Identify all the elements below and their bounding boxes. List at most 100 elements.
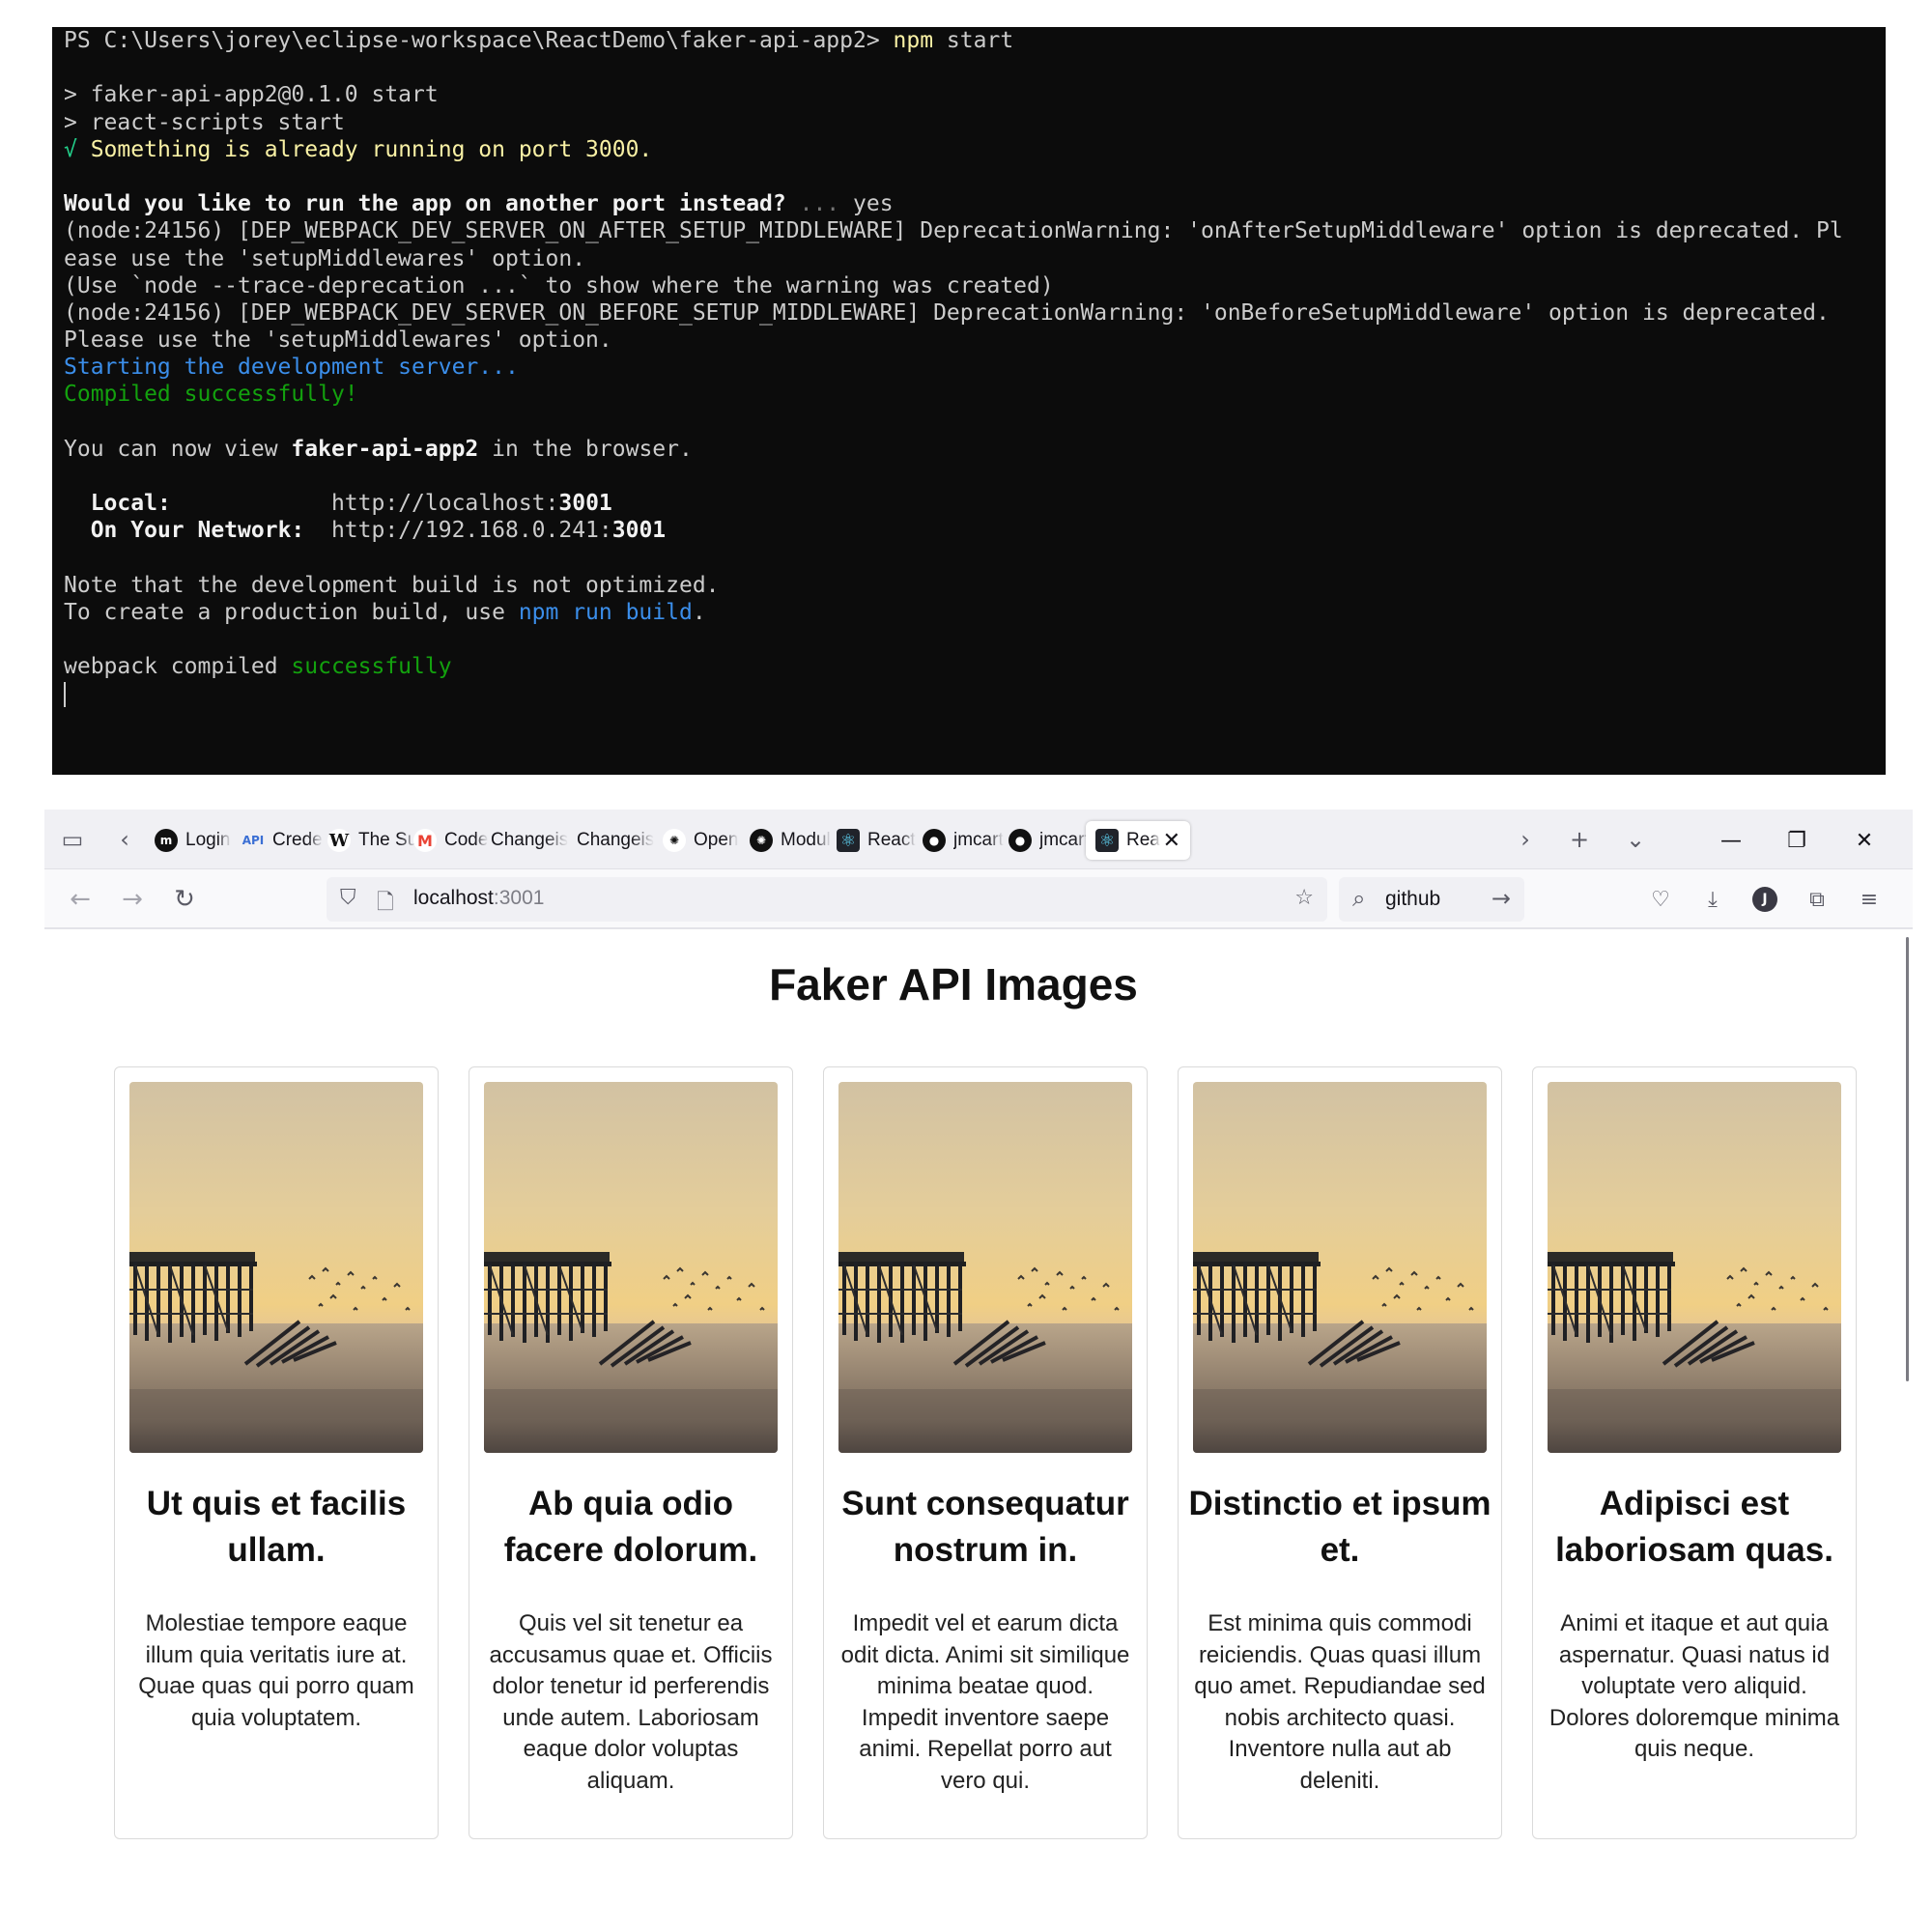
card-description: Impedit vel et earum dicta odit dicta. A… — [840, 1610, 1130, 1794]
terminal-text: (node:24156) [DEP_WEBPACK_DEV_SERVER_ON_… — [64, 218, 1843, 244]
new-tab-icon[interactable]: + — [1563, 823, 1596, 856]
card-description: Molestiae tempore eaque illum quia verit… — [138, 1610, 414, 1731]
tab-label: Open — [694, 830, 739, 850]
app-menu-icon[interactable]: ≡ — [1853, 883, 1886, 916]
card-image — [1548, 1082, 1841, 1453]
account-avatar-icon[interactable]: J — [1748, 883, 1781, 916]
list-all-tabs-icon[interactable]: ⌄ — [1619, 823, 1652, 856]
bookmark-star-icon[interactable]: ☆ — [1294, 886, 1314, 910]
tab-label: Crede — [272, 830, 323, 850]
terminal-line: (node:24156) [DEP_WEBPACK_DEV_SERVER_ON_… — [64, 217, 1874, 244]
openai-icon: ✺ — [750, 829, 773, 852]
search-bar[interactable]: ⌕ github → — [1339, 877, 1524, 922]
terminal-line: (Use `node --trace-deprecation ...` to s… — [64, 272, 1874, 299]
image-card: Ab quia odio facere dolorum. Quis vel sit… — [469, 1066, 793, 1839]
terminal-text: Would you like to run the app on another… — [64, 191, 786, 217]
tracking-protection-shield-icon[interactable]: ⛉ — [340, 886, 356, 910]
terminal-line: webpack compiled successfully — [64, 653, 1874, 680]
image-card: Adipisci est laboriosam quas. Animi et it… — [1532, 1066, 1857, 1839]
terminal-line: PS C:\Users\jorey\eclipse-workspace\Reac… — [64, 27, 1874, 54]
terminal-text: npm — [893, 28, 934, 53]
terminal-line: Would you like to run the app on another… — [64, 190, 1874, 217]
restore-icon[interactable]: ❐ — [1774, 821, 1820, 860]
back-icon[interactable]: ← — [62, 881, 99, 918]
web-page-content: Faker API Images Ut quis et facilis ulla… — [44, 931, 1913, 1932]
tab-label: jmcart — [1039, 830, 1090, 850]
tab-label: Rea — [1126, 830, 1160, 850]
card-description: Est minima quis commodi reiciendis. Quas… — [1194, 1610, 1486, 1794]
card-description: Quis vel sit tenetur ea accusamus quae e… — [489, 1610, 773, 1794]
terminal-line: (node:24156) [DEP_WEBPACK_DEV_SERVER_ON_… — [64, 299, 1874, 327]
react-icon: ⚛ — [1095, 829, 1119, 852]
terminal-text: (Use `node --trace-deprecation ...` to s… — [64, 272, 1054, 298]
github-icon: ● — [1009, 829, 1032, 852]
terminal-text: > faker-api-app2@0.1.0 start — [64, 82, 439, 108]
terminal-text: √ — [64, 136, 91, 162]
card-image — [838, 1082, 1132, 1453]
tab-label: Modul — [781, 830, 831, 850]
forward-icon[interactable]: → — [114, 881, 151, 918]
minimize-icon[interactable]: — — [1708, 821, 1754, 860]
terminal-text: > react-scripts start — [64, 109, 345, 135]
page-scrollbar[interactable] — [1906, 937, 1909, 1381]
card-title: Distinctio et ipsum et. — [1188, 1485, 1492, 1569]
terminal-prompt-line — [64, 681, 1874, 708]
terminal-text: PS C:\Users\jorey\eclipse-workspace\Reac… — [64, 28, 894, 53]
terminal-text: 3001 — [558, 491, 612, 517]
terminal-line: Note that the development build is not o… — [64, 572, 1874, 599]
api-icon: API — [242, 834, 265, 847]
card-image — [484, 1082, 778, 1453]
terminal-window[interactable]: PS C:\Users\jorey\eclipse-workspace\Reac… — [52, 27, 1886, 775]
react-icon: ⚛ — [837, 829, 860, 852]
close-window-icon[interactable]: ✕ — [1841, 821, 1888, 860]
search-go-arrow-icon[interactable]: → — [1492, 885, 1511, 912]
close-tab-icon[interactable]: ✕ — [1163, 829, 1180, 853]
terminal-line: Starting the development server... — [64, 354, 1874, 381]
url-text[interactable]: localhost:3001 — [413, 887, 544, 910]
openai-icon: ✺ — [663, 829, 686, 852]
terminal-text: start — [933, 28, 1014, 53]
terminal-text: ease use the 'setupMiddlewares' option. — [64, 245, 586, 271]
scroll-tabs-right-icon[interactable]: › — [1509, 823, 1542, 856]
browser-tab[interactable]: ⚛ Rea ✕ — [1086, 821, 1190, 860]
image-card: Ut quis et facilis ullam. Molestiae tempo… — [114, 1066, 439, 1839]
reload-icon[interactable]: ↻ — [166, 881, 203, 918]
terminal-text: (node:24156) [DEP_WEBPACK_DEV_SERVER_ON_… — [64, 299, 1830, 326]
pocket-icon[interactable]: ♡ — [1644, 883, 1677, 916]
tab-label: Changeis — [491, 830, 569, 850]
terminal-line: > faker-api-app2@0.1.0 start — [64, 81, 1874, 108]
terminal-text: Local: — [90, 491, 171, 517]
downloads-icon[interactable]: ⤓ — [1696, 883, 1729, 916]
card-title: Sunt consequatur nostrum in. — [841, 1485, 1129, 1569]
terminal-cursor — [64, 682, 66, 707]
navigation-toolbar: ← → ↻ ⛉ 🗋 localhost:3001 ☆ ⌕ github → ♡ … — [44, 869, 1913, 929]
page-info-icon[interactable]: 🗋 — [377, 886, 394, 923]
firefox-view-icon[interactable]: ▭ — [56, 823, 89, 856]
terminal-text: Something is already running on port 300… — [90, 136, 653, 162]
search-icon: ⌕ — [1352, 885, 1366, 912]
terminal-line: Compiled successfully! — [64, 381, 1874, 408]
browser-window: ▭ ‹ m Login API Crede W The Su M Code Changeis Ch… — [44, 810, 1913, 1932]
tab-label: Changeis — [577, 830, 655, 850]
terminal-line: ease use the 'setupMiddlewares' option. — [64, 245, 1874, 272]
tab-label: jmcart — [953, 830, 1004, 850]
search-input[interactable]: github — [1385, 888, 1440, 911]
page-title: Faker API Images — [769, 959, 1138, 1009]
address-bar[interactable]: ⛉ 🗋 localhost:3001 ☆ — [327, 877, 1327, 922]
terminal-line: You can now view faker-api-app2 in the b… — [64, 436, 1874, 463]
terminal-text: in the browser. — [478, 436, 693, 462]
terminal-line: On Your Network: http://192.168.0.241:30… — [64, 517, 1874, 544]
terminal-text: http://192.168.0.241: — [304, 518, 612, 544]
terminal-text: To create a production build, use — [64, 599, 519, 625]
extensions-icon[interactable]: ⧉ — [1801, 883, 1833, 916]
card-title: Ut quis et facilis ullam. — [146, 1485, 407, 1569]
card-description: Animi et itaque et aut quia aspernatur. … — [1548, 1610, 1840, 1762]
card-title: Adipisci est laboriosam quas. — [1555, 1485, 1833, 1569]
scroll-tabs-left-icon[interactable]: ‹ — [108, 823, 141, 856]
